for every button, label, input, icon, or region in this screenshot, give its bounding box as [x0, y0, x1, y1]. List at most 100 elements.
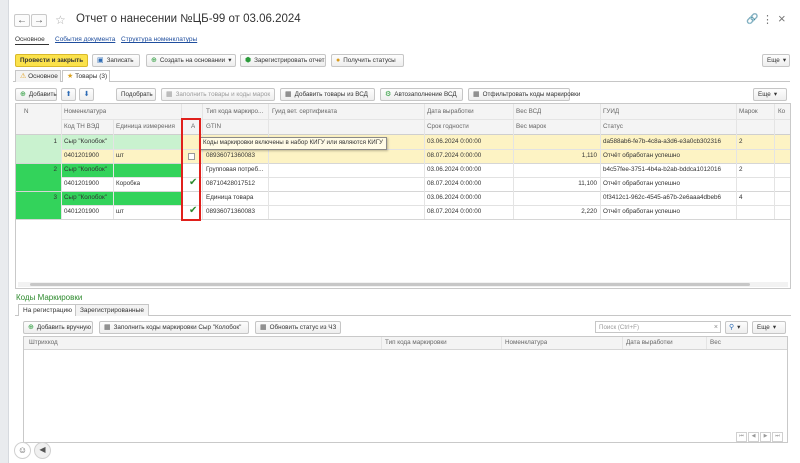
row-gtin[interactable]: 08710428017512 — [206, 177, 255, 190]
col-marking-code-type[interactable]: Тип кода маркировки — [385, 337, 447, 349]
post-and-close-label: Провести и закрыть — [20, 57, 84, 64]
goods-more-label: Еще — [758, 91, 771, 98]
row-tnved[interactable]: 0401201900 — [64, 149, 99, 162]
col-code-type[interactable]: Тип кода маркиро... — [206, 105, 263, 118]
post-and-close-button[interactable]: Провести и закрыть — [15, 54, 88, 67]
col-marks-weight[interactable]: Вес марок — [516, 120, 546, 133]
get-statuses-button[interactable]: ● Получить статусы — [331, 54, 404, 67]
row-guid[interactable]: 0f3412c1-962c-4545-a67b-2e6aaa4dbeb6 — [603, 191, 735, 204]
row-marks-weight[interactable]: 2,220 — [516, 205, 597, 218]
fill-goods-and-codes-button[interactable]: ▦ Заполнить товары и коды марок — [161, 88, 275, 101]
col-tnved[interactable]: Код ТН ВЭД — [64, 120, 99, 133]
row-gtin[interactable]: 08936071360083 — [206, 205, 255, 218]
forward-button[interactable]: → — [31, 14, 47, 27]
link-icon[interactable]: 🔗 — [746, 14, 758, 25]
last-page-icon[interactable]: ⏭ — [772, 432, 783, 442]
codes-more-button[interactable]: Еще ▾ — [752, 321, 786, 334]
col-vsd-weight[interactable]: Вес ВСД — [516, 105, 541, 118]
row-guid[interactable]: b4c57fee-3751-4b4a-b2ab-bddca1012016 — [603, 163, 735, 176]
kigu-tooltip: Коды маркировки включены в набор КИГУ ил… — [199, 137, 387, 150]
favorite-star-icon[interactable]: ☆ — [55, 13, 66, 27]
tab-nomenclature-structure[interactable]: Структура номенклатуры — [121, 36, 197, 43]
next-page-icon[interactable]: ▶ — [760, 432, 771, 442]
back-button[interactable]: ← — [14, 14, 30, 27]
row-unit[interactable]: шт — [116, 149, 124, 162]
row-production-date[interactable]: 03.06.2024 0:00:00 — [427, 135, 481, 148]
add-row-button[interactable]: ⊕ Добавить — [15, 88, 57, 101]
notifications-icon[interactable]: ☺ — [14, 442, 31, 459]
row-unit[interactable]: шт — [116, 205, 124, 218]
row-nomenclature[interactable]: Сыр "Колобок" — [64, 135, 179, 148]
col-marks[interactable]: Марок — [739, 105, 758, 118]
col-vet-cert-guid[interactable]: Гуид вет. сертификата — [272, 105, 337, 118]
col-production-date[interactable]: Дата выработки — [427, 105, 474, 118]
row-code-type[interactable]: Групповая потреб... — [206, 163, 266, 176]
first-page-icon[interactable]: ⏮ — [736, 432, 747, 442]
search-button[interactable]: ⚲ ▾ — [725, 321, 748, 334]
row-nomenclature[interactable]: Сыр "Колобок" — [64, 163, 179, 176]
add-from-vsd-label: Добавить товары из ВСД — [294, 91, 368, 98]
row-expiry[interactable]: 08.07.2024 0:00:00 — [427, 177, 481, 190]
tab-document-events[interactable]: События документа — [55, 36, 115, 43]
fill-marking-codes-button[interactable]: ▦ Заполнить коды маркировки Сыр "Колобок" — [99, 321, 249, 334]
col-nomenclature[interactable]: Номенклатура — [64, 105, 106, 118]
col-status[interactable]: Статус — [603, 120, 623, 133]
update-status-button[interactable]: ▦ Обновить статус из ЧЗ — [255, 321, 341, 334]
filter-codes-button[interactable]: ▦ Отфильтровать коды маркировки — [468, 88, 580, 101]
col-n[interactable]: N — [24, 105, 29, 118]
goods-more-button[interactable]: Еще ▾ — [753, 88, 787, 101]
col-gtin[interactable]: GTIN — [206, 120, 221, 133]
col-unit[interactable]: Единица измерения — [116, 120, 175, 133]
register-report-button[interactable]: ⬢ Зарегистрировать отчет — [240, 54, 326, 67]
more-button[interactable]: Еще ▾ — [762, 54, 790, 67]
col-codes-production-date[interactable]: Дата выработки — [626, 337, 673, 349]
close-icon[interactable]: × — [778, 11, 786, 26]
col-barcode[interactable]: Штрихкод — [29, 337, 58, 349]
col-expiry[interactable]: Срок годности — [427, 120, 469, 133]
row-code-type[interactable]: Единица товара — [206, 191, 266, 204]
codes-search-input[interactable]: Поиск (Ctrl+F) × — [595, 321, 721, 333]
inner-tab-goods[interactable]: ★ Товары (3) — [62, 70, 110, 82]
col-guid[interactable]: ГУИД — [603, 105, 619, 118]
horizontal-scrollbar-thumb[interactable] — [30, 283, 750, 286]
row-production-date[interactable]: 03.06.2024 0:00:00 — [427, 163, 481, 176]
add-manually-button[interactable]: ⊕ Добавить вручную — [23, 321, 93, 334]
move-up-button[interactable]: ⬆ — [61, 88, 76, 101]
row-gtin[interactable]: 08936071360083 — [206, 149, 255, 162]
move-down-button[interactable]: ⬇ — [79, 88, 94, 101]
prev-page-icon[interactable]: ◀ — [748, 432, 759, 442]
row-marks-weight[interactable]: 11,100 — [516, 177, 597, 190]
shield-icon: ⬢ — [245, 57, 252, 64]
codes-search-placeholder: Поиск (Ctrl+F) — [599, 324, 640, 331]
row-marks-weight[interactable]: 1,110 — [516, 149, 597, 162]
plus-icon: ⊕ — [28, 324, 34, 331]
arrow-icon[interactable]: ◀ — [34, 442, 51, 459]
row-marks: 2 — [739, 166, 743, 173]
row-expiry[interactable]: 08.07.2024 0:00:00 — [427, 205, 481, 218]
add-from-vsd-button[interactable]: ▦ Добавить товары из ВСД — [280, 88, 375, 101]
filter-codes-label: Отфильтровать коды маркировки — [482, 91, 581, 98]
row-tnved[interactable]: 0401201900 — [64, 177, 99, 190]
row-tnved[interactable]: 0401201900 — [64, 205, 99, 218]
inner-tab-main[interactable]: ⚠ Основное — [15, 70, 61, 82]
row-unit[interactable]: Коробка — [116, 177, 140, 190]
grid-icon: ▦ — [473, 91, 480, 98]
col-ko[interactable]: Ко — [778, 105, 785, 118]
row-production-date[interactable]: 03.06.2024 0:00:00 — [427, 191, 481, 204]
save-button[interactable]: ▣ Записать — [92, 54, 140, 67]
tab-main[interactable]: Основное — [15, 36, 45, 43]
row-number: 2 — [53, 166, 57, 173]
row-number: 3 — [53, 194, 57, 201]
col-codes-nomenclature[interactable]: Номенклатура — [505, 337, 547, 349]
row-expiry[interactable]: 08.07.2024 0:00:00 — [427, 149, 481, 162]
col-codes-weight[interactable]: Вес — [710, 337, 721, 349]
pick-button[interactable]: Подобрать — [116, 88, 156, 101]
row-nomenclature[interactable]: Сыр "Колобок" — [64, 191, 179, 204]
create-based-on-button[interactable]: ⊕ Создать на основании ▾ — [146, 54, 236, 67]
tab-to-register[interactable]: На регистрацию — [18, 304, 78, 316]
clear-search-icon[interactable]: × — [714, 322, 718, 333]
more-menu-icon[interactable]: ⋮ — [762, 13, 773, 26]
tab-registered[interactable]: Зарегистрированные — [75, 304, 149, 316]
auto-fill-vsd-button[interactable]: ⚙ Автозаполнение ВСД — [380, 88, 463, 101]
row-guid[interactable]: da588ab6-fe7b-4c8a-a3d6-e3a0cb302316 — [603, 135, 735, 148]
